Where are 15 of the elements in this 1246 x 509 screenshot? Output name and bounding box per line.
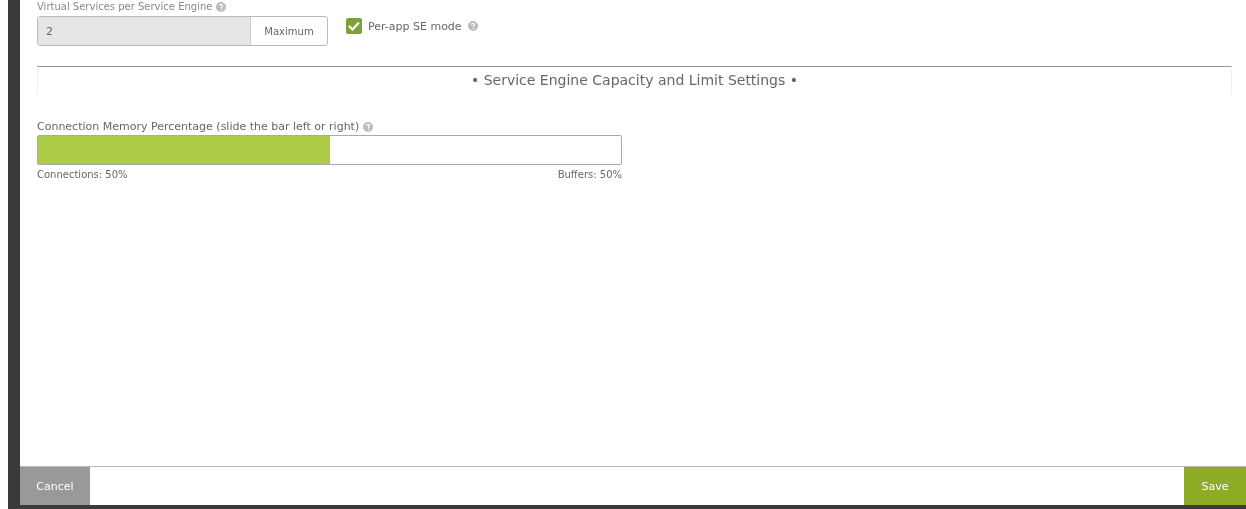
slider-fill[interactable] <box>38 136 330 164</box>
cancel-button[interactable]: Cancel <box>20 467 90 505</box>
checkbox[interactable] <box>346 18 362 34</box>
slider-track[interactable] <box>37 135 622 165</box>
slider-label: Connection Memory Percentage (slide the bar left or right) <box>37 120 360 133</box>
field-label: Virtual Services per Service Engine <box>37 0 213 14</box>
help-icon[interactable] <box>363 121 374 132</box>
connections-caption: Connections: 50% <box>37 169 128 180</box>
buffers-caption: Buffers: 50% <box>557 169 622 180</box>
help-icon[interactable] <box>467 21 478 31</box>
section-title: • Service Engine Capacity and Limit Settings • <box>470 72 798 90</box>
input-addon: Maximum <box>250 17 327 45</box>
save-button[interactable]: Save <box>1184 467 1246 505</box>
help-icon[interactable] <box>216 2 227 12</box>
checkbox-label: Per-app SE mode <box>368 19 462 33</box>
